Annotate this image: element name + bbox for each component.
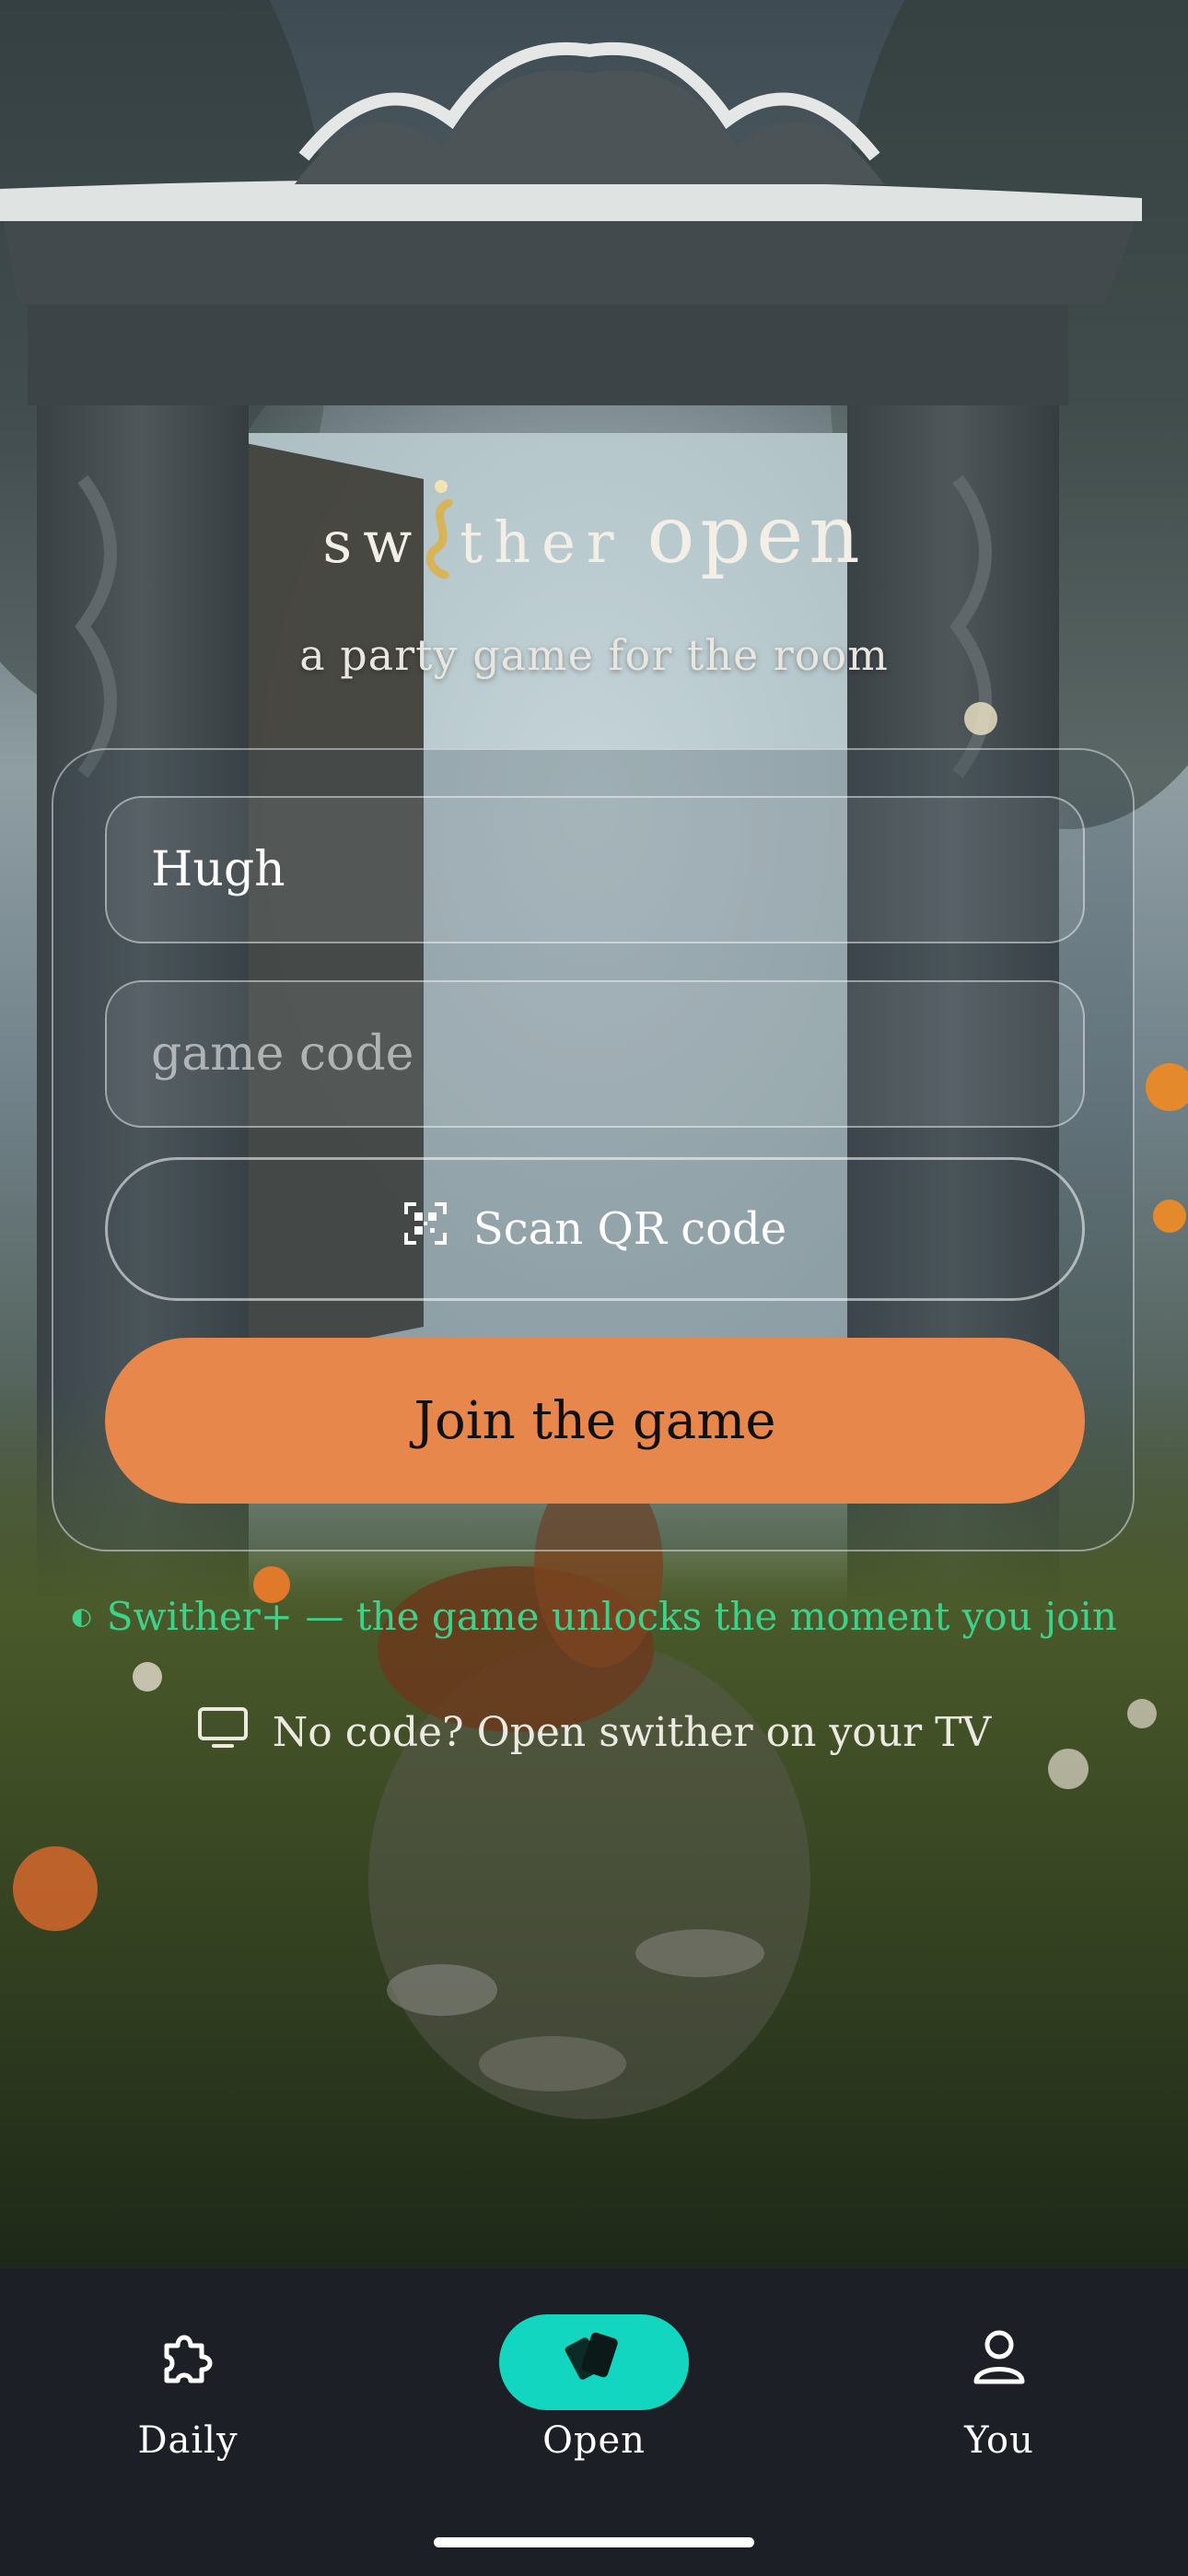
home-indicator[interactable] xyxy=(434,2537,754,2547)
player-name-input[interactable]: Hugh xyxy=(105,796,1085,943)
puzzle-icon xyxy=(157,2327,218,2397)
active-tab-pill xyxy=(499,2314,689,2410)
qr-scan-icon xyxy=(403,1201,448,1257)
brand-word-open: open xyxy=(646,489,866,581)
join-game-button[interactable]: Join the game xyxy=(105,1338,1085,1504)
player-name-value: Hugh xyxy=(151,842,285,897)
tab-daily[interactable]: Daily xyxy=(50,2314,326,2462)
bottom-tab-bar: Daily Open You xyxy=(0,2268,1188,2576)
half-moon-icon: ◐ xyxy=(71,1603,92,1631)
scan-qr-label: Scan QR code xyxy=(472,1203,787,1255)
swither-plus-text: Swither+ — the game unlocks the moment y… xyxy=(106,1594,1117,1639)
person-icon xyxy=(972,2328,1027,2396)
open-on-tv-link[interactable]: No code? Open swither on your TV xyxy=(0,1706,1188,1759)
cards-icon xyxy=(562,2327,626,2397)
swirl-glyph xyxy=(423,479,460,582)
game-code-input[interactable]: game code xyxy=(105,980,1085,1128)
tab-you-label: You xyxy=(964,2419,1034,2462)
open-on-tv-text: No code? Open swither on your TV xyxy=(272,1709,992,1756)
tab-you[interactable]: You xyxy=(861,2314,1137,2462)
join-game-label: Join the game xyxy=(413,1390,776,1451)
tab-daily-label: Daily xyxy=(137,2419,239,2462)
brand-word-swither: sw ther xyxy=(322,480,624,580)
tv-icon xyxy=(197,1706,249,1759)
swither-plus-note: ◐ Swither+ — the game unlocks the moment … xyxy=(0,1594,1188,1639)
scan-qr-button[interactable]: Scan QR code xyxy=(105,1157,1085,1301)
game-code-placeholder: game code xyxy=(151,1026,414,1082)
brand-logo: sw ther open xyxy=(0,479,1188,582)
join-card: Hugh game code Scan QR code Join the gam… xyxy=(52,748,1135,1551)
tab-open[interactable]: Open xyxy=(456,2314,732,2462)
tab-open-label: Open xyxy=(542,2419,646,2462)
tagline: a party game for the room xyxy=(299,630,889,680)
